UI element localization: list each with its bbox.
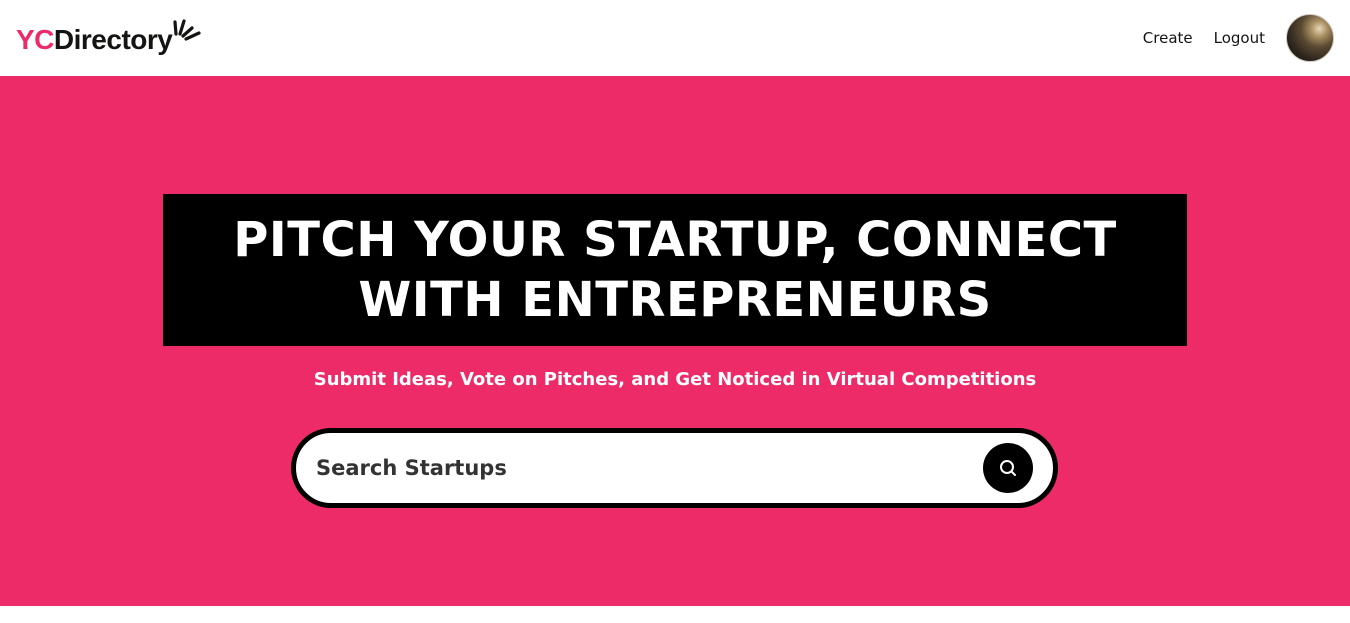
search-input[interactable] xyxy=(316,438,983,498)
logo-yc: YC xyxy=(16,24,54,55)
headline-line-2: WITH ENTREPRENEURS xyxy=(358,272,992,328)
logout-link[interactable]: Logout xyxy=(1214,29,1265,47)
hero-section: PITCH YOUR STARTUP, CONNECT WITH ENTREPR… xyxy=(0,76,1350,606)
logo-link[interactable]: YCDirectory xyxy=(16,19,206,55)
page-bottom xyxy=(0,606,1350,623)
create-link[interactable]: Create xyxy=(1143,29,1193,47)
headline-line-1: PITCH YOUR STARTUP, CONNECT xyxy=(233,212,1117,268)
headline-box: PITCH YOUR STARTUP, CONNECT WITH ENTREPR… xyxy=(163,194,1187,346)
navbar: YCDirectory Create Logout xyxy=(0,0,1350,76)
logo-spark-icon xyxy=(173,19,201,41)
logo-directory: Directory xyxy=(53,24,173,55)
search-form xyxy=(291,428,1058,508)
hero-subtitle: Submit Ideas, Vote on Pitches, and Get N… xyxy=(313,369,1037,390)
search-icon xyxy=(1000,460,1016,476)
hero-headline: PITCH YOUR STARTUP, CONNECT WITH ENTREPR… xyxy=(185,210,1165,330)
nav-links: Create Logout xyxy=(1143,14,1334,62)
search-button[interactable] xyxy=(983,443,1033,493)
user-avatar[interactable] xyxy=(1286,14,1334,62)
logo-text: YCDirectory xyxy=(16,24,173,55)
